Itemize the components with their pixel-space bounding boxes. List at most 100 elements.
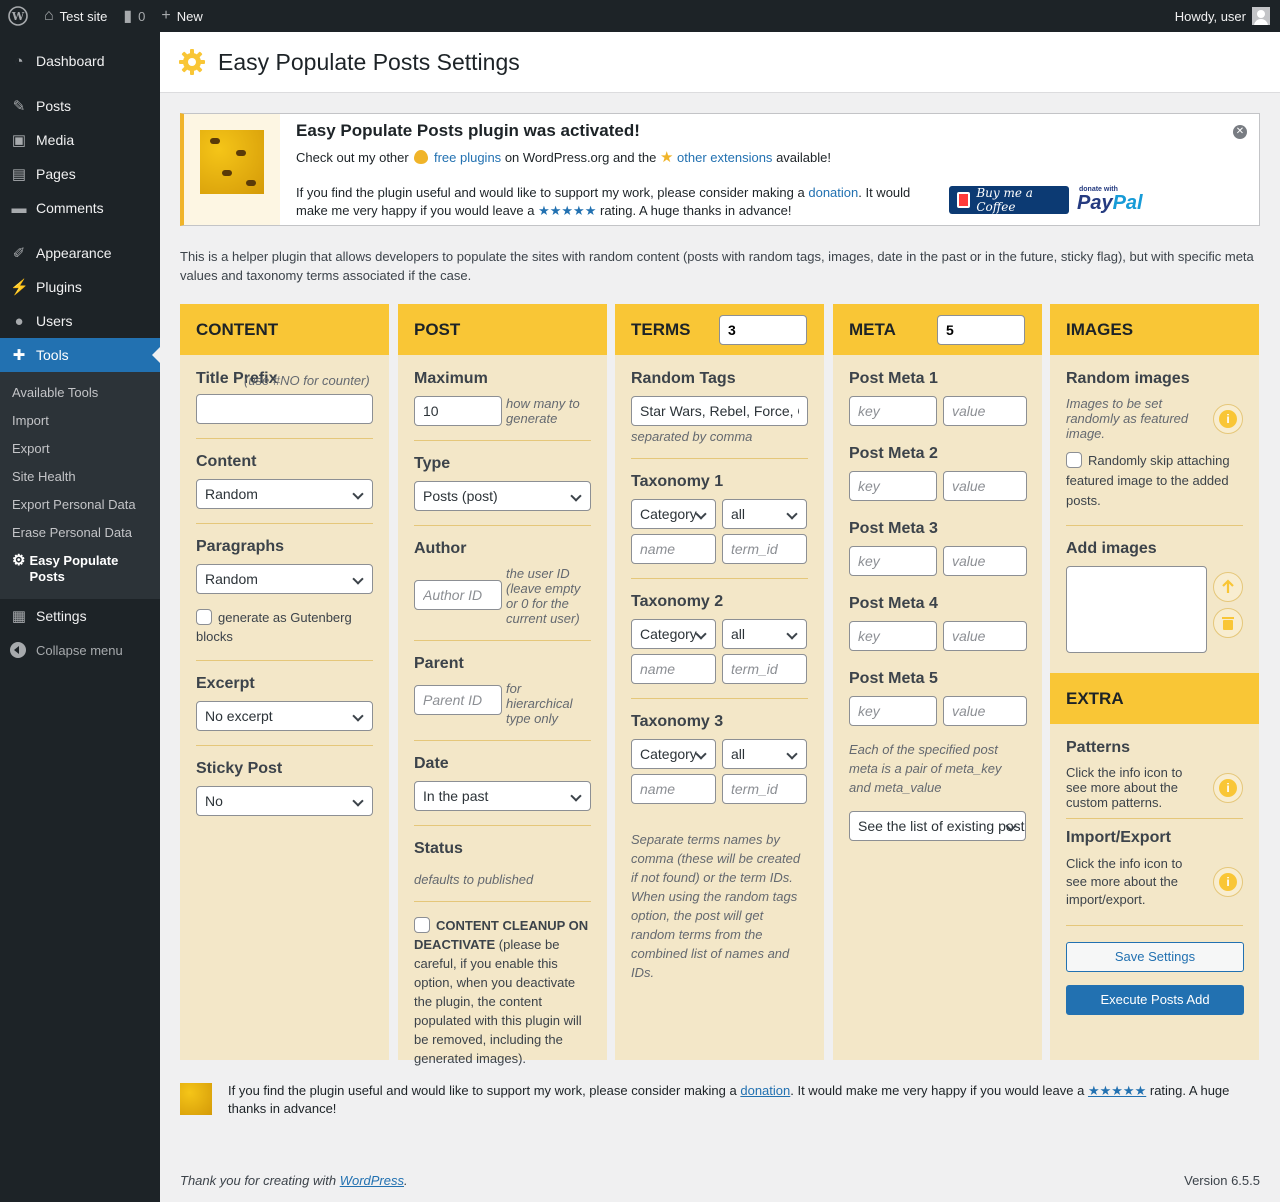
star-icon: ★ <box>659 149 674 166</box>
skip-featured-checkbox[interactable] <box>1066 452 1082 468</box>
existing-meta-select[interactable]: See the list of existing post meta <box>849 811 1026 841</box>
paragraphs-select[interactable]: Random <box>196 564 373 594</box>
meta-count-input[interactable] <box>937 314 1025 345</box>
wordpress-link[interactable]: WordPress <box>340 1173 404 1188</box>
submenu-import[interactable]: Import <box>0 407 160 435</box>
pages-icon: ▤ <box>11 166 27 183</box>
sticky-post-select[interactable]: No <box>196 786 373 816</box>
title-prefix-hint: (use #NO for counter) <box>244 373 370 388</box>
author-label: Author <box>414 540 467 557</box>
menu-users[interactable]: ● Users <box>0 304 160 338</box>
menu-pages[interactable]: ▤ Pages <box>0 157 160 191</box>
title-prefix-input[interactable] <box>196 394 373 424</box>
maximum-input[interactable] <box>414 396 502 426</box>
patterns-info-icon[interactable]: i <box>1213 772 1243 803</box>
site-name-link[interactable]: ⌂ Test site <box>36 0 115 32</box>
coffee-cup-icon <box>957 192 971 208</box>
excerpt-select[interactable]: No excerpt <box>196 701 373 731</box>
intro-text: This is a helper plugin that allows deve… <box>180 249 1254 283</box>
donation-link[interactable]: donation <box>808 185 858 200</box>
post-meta-5-key-input[interactable] <box>849 696 937 726</box>
author-id-input[interactable] <box>414 580 502 610</box>
execute-posts-add-button[interactable]: Execute Posts Add <box>1066 985 1244 1015</box>
post-meta-2-key-input[interactable] <box>849 471 937 501</box>
gutenberg-checkbox[interactable] <box>196 609 212 625</box>
upload-arrow-icon[interactable] <box>1213 572 1243 602</box>
taxonomy-3-select[interactable]: Category <box>631 739 716 769</box>
menu-label: Settings <box>36 608 87 624</box>
activation-notice: Easy Populate Posts plugin was activated… <box>180 113 1260 226</box>
parent-label: Parent <box>414 655 464 672</box>
submenu-export-personal-data[interactable]: Export Personal Data <box>0 491 160 519</box>
content-select[interactable]: Random <box>196 479 373 509</box>
support-text: If you find the plugin useful and would … <box>228 1082 1260 1118</box>
import-export-info-icon[interactable]: i <box>1213 867 1243 897</box>
wordpress-logo-icon[interactable]: W <box>0 0 36 32</box>
taxonomy-1-scope-select[interactable]: all <box>722 499 807 529</box>
rating-stars-link[interactable]: ★★★★★ <box>538 203 596 218</box>
taxonomy-3-termid-input[interactable] <box>722 774 807 804</box>
submenu-export[interactable]: Export <box>0 435 160 463</box>
paintbrush-icon: ✐ <box>12 245 26 262</box>
post-meta-3-value-input[interactable] <box>943 546 1027 576</box>
submenu-erase-personal-data[interactable]: Erase Personal Data <box>0 519 160 547</box>
submenu-available-tools[interactable]: Available Tools <box>0 379 160 407</box>
add-images-textarea[interactable] <box>1066 566 1207 653</box>
post-type-select[interactable]: Posts (post) <box>414 481 591 511</box>
skip-featured-label: Randomly skip attaching featured image t… <box>1066 453 1230 508</box>
trash-icon[interactable] <box>1213 608 1243 638</box>
donation-link[interactable]: donation <box>740 1083 790 1098</box>
cleanup-checkbox[interactable] <box>414 917 430 933</box>
notice-text: on WordPress.org and the <box>504 150 657 165</box>
submenu-easy-populate-posts[interactable]: ⚙ Easy Populate Posts <box>0 547 160 591</box>
post-meta-2-value-input[interactable] <box>943 471 1027 501</box>
excerpt-label: Excerpt <box>196 675 255 692</box>
post-meta-4-key-input[interactable] <box>849 621 937 651</box>
menu-posts[interactable]: ✎ Posts <box>0 89 160 123</box>
comments-link[interactable]: ▮ 0 <box>115 0 153 32</box>
submenu-site-health[interactable]: Site Health <box>0 463 160 491</box>
other-extensions-link[interactable]: other extensions <box>677 150 772 165</box>
post-meta-1-key-input[interactable] <box>849 396 937 426</box>
post-meta-5-value-input[interactable] <box>943 696 1027 726</box>
taxonomy-2-name-input[interactable] <box>631 654 716 684</box>
parent-id-input[interactable] <box>414 685 502 715</box>
menu-plugins[interactable]: ⚡ Plugins <box>0 270 160 304</box>
paypal-donate-button[interactable]: donate with PayPal <box>1077 186 1157 214</box>
free-plugins-link[interactable]: free plugins <box>434 150 501 165</box>
taxonomy-1-select[interactable]: Category <box>631 499 716 529</box>
post-meta-4-value-input[interactable] <box>943 621 1027 651</box>
collapse-menu-button[interactable]: Collapse menu <box>0 633 160 667</box>
menu-appearance[interactable]: ✐ Appearance <box>0 236 160 270</box>
post-meta-1-value-input[interactable] <box>943 396 1027 426</box>
post-meta-3-key-input[interactable] <box>849 546 937 576</box>
new-content-link[interactable]: + New <box>153 0 210 32</box>
tools-submenu: Available Tools Import Export Site Healt… <box>0 372 160 599</box>
menu-dashboard[interactable]: ◔ Dashboard <box>0 44 160 78</box>
taxonomy-3-name-input[interactable] <box>631 774 716 804</box>
rating-stars-link[interactable]: ★★★★★ <box>1088 1083 1146 1098</box>
menu-media[interactable]: ▣ Media <box>0 123 160 157</box>
date-select[interactable]: In the past <box>414 781 591 811</box>
menu-tools[interactable]: ✚ Tools <box>0 338 160 372</box>
taxonomy-2-termid-input[interactable] <box>722 654 807 684</box>
taxonomy-1-termid-input[interactable] <box>722 534 807 564</box>
notice-line-1: Check out my other free plugins on WordP… <box>296 148 831 166</box>
random-images-info-icon[interactable]: i <box>1213 403 1243 434</box>
taxonomy-3-scope-select[interactable]: all <box>722 739 807 769</box>
terms-count-input[interactable] <box>719 314 807 345</box>
close-icon[interactable]: ✕ <box>1233 125 1247 139</box>
taxonomy-1-name-input[interactable] <box>631 534 716 564</box>
random-images-label: Random images <box>1066 370 1190 387</box>
save-settings-button[interactable]: Save Settings <box>1066 942 1244 972</box>
post-meta-5-label: Post Meta 5 <box>849 670 938 687</box>
taxonomy-2-select[interactable]: Category <box>631 619 716 649</box>
maximum-label: Maximum <box>414 370 488 387</box>
user-account-menu[interactable]: Howdy, user <box>1167 0 1280 32</box>
menu-label: Comments <box>36 200 104 216</box>
menu-comments[interactable]: ▬ Comments <box>0 191 160 225</box>
taxonomy-2-scope-select[interactable]: all <box>722 619 807 649</box>
buy-me-a-coffee-button[interactable]: Buy me a Coffee <box>949 186 1069 214</box>
menu-settings[interactable]: ▦ Settings <box>0 599 160 633</box>
random-tags-input[interactable] <box>631 396 808 426</box>
